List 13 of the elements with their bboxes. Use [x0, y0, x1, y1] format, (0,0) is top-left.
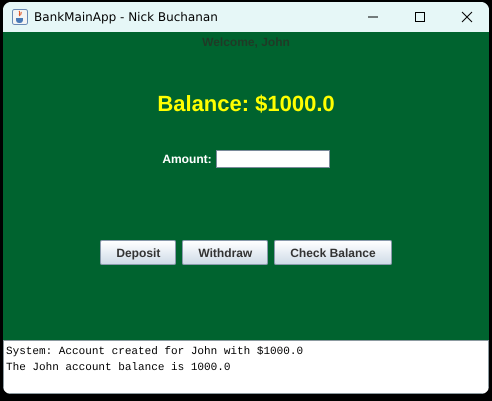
action-button[interactable]: Deposit — [100, 240, 176, 265]
action-button[interactable]: Withdraw — [182, 240, 268, 265]
java-cup-icon — [12, 9, 28, 25]
amount-label: Amount: — [162, 152, 212, 166]
balance-text: Balance: $1000.0 — [157, 91, 335, 117]
close-icon[interactable] — [461, 11, 473, 23]
amount-field[interactable] — [216, 150, 330, 168]
log-line: System: Account created for John with $1000.0 — [6, 345, 304, 360]
window-title: BankMainApp - Nick Buchanan — [34, 10, 219, 24]
log-area[interactable]: System: Account created for John with $1000.0 The John account balance is 1000.0 — [3, 340, 489, 394]
action-button[interactable]: Check Balance — [274, 240, 392, 265]
log-line: The John account balance is 1000.0 — [6, 361, 232, 376]
maximize-icon[interactable] — [414, 11, 426, 23]
